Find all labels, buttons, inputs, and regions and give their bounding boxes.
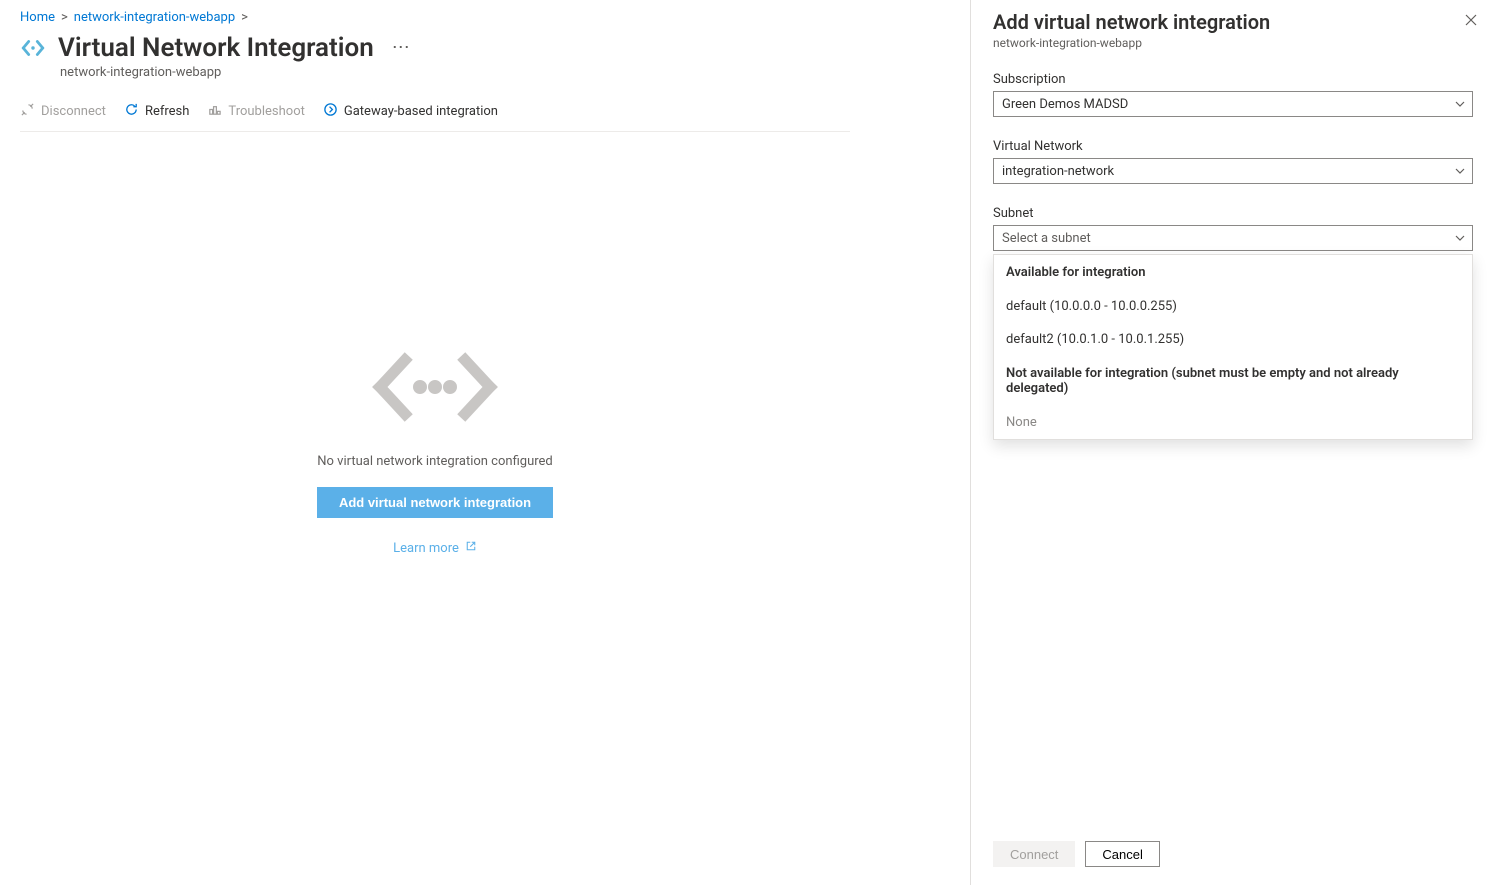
refresh-button[interactable]: Refresh <box>124 102 189 121</box>
subnet-label: Subnet <box>993 206 1473 221</box>
disconnect-icon <box>20 102 35 121</box>
vnet-label: Virtual Network <box>993 139 1473 154</box>
gateway-integration-button[interactable]: Gateway-based integration <box>323 102 498 121</box>
chevron-down-icon <box>1454 232 1466 244</box>
main-content: Home > network-integration-webapp > Virt… <box>0 0 870 556</box>
vnet-value: integration-network <box>1002 164 1114 179</box>
add-vnet-integration-button[interactable]: Add virtual network integration <box>317 487 553 518</box>
subnet-select[interactable]: Select a subnet <box>993 225 1473 251</box>
gateway-label: Gateway-based integration <box>344 104 498 119</box>
panel-footer: Connect Cancel <box>971 827 1495 885</box>
connect-button: Connect <box>993 841 1075 867</box>
troubleshoot-label: Troubleshoot <box>228 104 304 119</box>
learn-more-link[interactable]: Learn more <box>393 540 477 556</box>
cancel-button[interactable]: Cancel <box>1085 841 1159 867</box>
page-subtitle: network-integration-webapp <box>60 65 850 80</box>
subnet-unavailable-header: Not available for integration (subnet mu… <box>994 356 1472 406</box>
subnet-available-header: Available for integration <box>994 255 1472 290</box>
disconnect-button: Disconnect <box>20 102 106 121</box>
subscription-label: Subscription <box>993 72 1473 87</box>
refresh-icon <box>124 102 139 121</box>
page-header: Virtual Network Integration ⋯ <box>20 33 850 63</box>
empty-state: No virtual network integration configure… <box>20 342 850 556</box>
subnet-field: Subnet Select a subnet Available for int… <box>993 206 1473 251</box>
breadcrumb: Home > network-integration-webapp > <box>20 10 850 25</box>
panel-subtitle: network-integration-webapp <box>993 36 1473 50</box>
refresh-label: Refresh <box>145 104 189 119</box>
arrow-right-circle-icon <box>323 102 338 121</box>
breadcrumb-home[interactable]: Home <box>20 10 55 25</box>
breadcrumb-resource[interactable]: network-integration-webapp <box>74 10 235 25</box>
subnet-option[interactable]: default (10.0.0.0 - 10.0.0.255) <box>994 290 1472 323</box>
page-title: Virtual Network Integration <box>58 33 374 63</box>
troubleshoot-icon <box>207 102 222 121</box>
panel-header: Add virtual network integration network-… <box>971 0 1495 54</box>
empty-message: No virtual network integration configure… <box>317 454 553 469</box>
subnet-dropdown: Available for integration default (10.0.… <box>993 254 1473 440</box>
chevron-down-icon <box>1454 98 1466 110</box>
subscription-select[interactable]: Green Demos MADSD <box>993 91 1473 117</box>
panel-body: Subscription Green Demos MADSD Virtual N… <box>971 54 1495 827</box>
subnet-none: None <box>994 406 1472 439</box>
chevron-down-icon <box>1454 165 1466 177</box>
external-link-icon <box>465 540 477 556</box>
app-service-icon <box>20 35 46 61</box>
app-service-large-icon <box>360 342 510 436</box>
vnet-field: Virtual Network integration-network <box>993 139 1473 184</box>
subscription-field: Subscription Green Demos MADSD <box>993 72 1473 117</box>
add-vnet-panel: Add virtual network integration network-… <box>970 0 1495 885</box>
subscription-value: Green Demos MADSD <box>1002 97 1128 112</box>
panel-title: Add virtual network integration <box>993 10 1473 34</box>
close-panel-button[interactable] <box>1463 12 1479 28</box>
subnet-placeholder: Select a subnet <box>1002 231 1091 246</box>
troubleshoot-button: Troubleshoot <box>207 102 304 121</box>
breadcrumb-separator: > <box>241 10 248 25</box>
toolbar: Disconnect Refresh Troubleshoot <box>20 94 850 132</box>
disconnect-label: Disconnect <box>41 104 106 119</box>
subnet-option[interactable]: default2 (10.0.1.0 - 10.0.1.255) <box>994 323 1472 356</box>
more-actions-button[interactable]: ⋯ <box>386 39 416 57</box>
vnet-select[interactable]: integration-network <box>993 158 1473 184</box>
breadcrumb-separator: > <box>61 10 68 25</box>
learn-more-label: Learn more <box>393 541 459 556</box>
